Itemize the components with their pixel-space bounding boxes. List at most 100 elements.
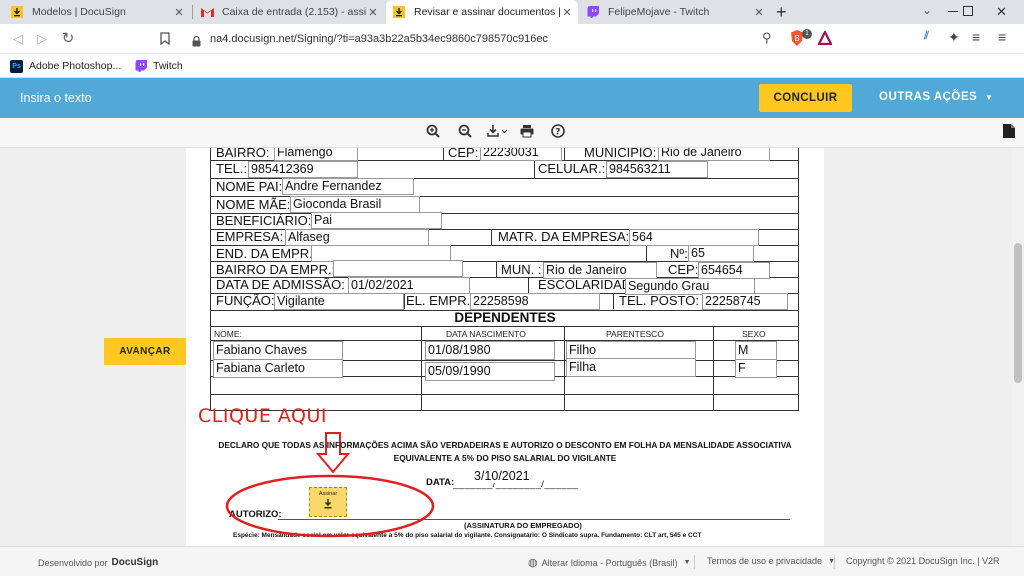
tab-title: Revisar e assinar documentos | Do [414,6,560,18]
window-close-icon[interactable]: ✕ [996,4,1007,20]
declaration-line-2: EQUIVALENTE A 5% DO PISO SALARIAL DO VIG… [393,453,617,463]
nome-mae-field[interactable]: Gioconda Brasil [290,196,420,213]
svg-text:B: B [794,34,800,43]
celular-field[interactable]: 984563211 [606,161,708,178]
close-icon[interactable]: ✕ [560,6,574,19]
concluir-button[interactable]: CONCLUIR [759,84,852,112]
tel-posto-field[interactable]: 22258745 [702,293,788,310]
browser-navigation-bar: ◁ ▷ ↻ na4.docusign.net/Signing/?ti=a93a3… [0,24,1024,54]
dep-2-sexo-field[interactable]: F [735,359,777,378]
bookmark-icon[interactable] [160,32,170,46]
other-actions-menu[interactable]: OUTRAS AÇÕES ▼ [879,91,993,103]
download-menu-icon[interactable] [486,124,510,142]
location-icon[interactable]: ⚲ [762,30,772,46]
end-empr-label: END. DA EMPR.: [216,246,317,261]
reload-icon[interactable]: ↻ [60,31,76,47]
municipio-field[interactable]: Rio de Janeiro [658,148,770,161]
bairro-field[interactable]: Flamengo [274,148,358,161]
zoom-out-icon[interactable] [456,124,474,142]
document-viewer: AVANÇAR BAIRRO: Flamengo CEP: 22230031 M… [0,148,1024,546]
beneficiario-field[interactable]: Pai [311,212,442,229]
language-selector[interactable]: ◍ Alterar Idioma - Português (Brasil) ▼ [528,556,691,569]
brave-rewards-icon[interactable] [817,29,833,46]
dep-2-nome-field[interactable]: Fabiana Carleto [213,359,343,378]
back-icon[interactable]: ◁ [10,31,26,47]
bookmarks-bar: Ps Adobe Photoshop... Twitch [0,54,1024,78]
playlist-icon[interactable]: ≡ [972,29,980,45]
tel-field[interactable]: 985412369 [248,161,358,178]
tab-title: Modelos | DocuSign [32,6,126,18]
extension-icon[interactable]: ⫽ [924,30,929,43]
bairro-empr-field[interactable] [333,260,463,277]
municipio-label: MUNICÍPIO: [584,148,657,160]
funcao-field[interactable]: Vigilante [274,293,404,310]
tab-twitch[interactable]: FelipeMojave - Twitch ✕ [580,0,770,24]
cep2-field[interactable]: 654654 [698,262,770,279]
dep-header-sexo: SEXO [742,329,766,339]
restore-icon[interactable] [963,6,973,16]
bookmark-twitch[interactable]: Twitch [134,58,183,74]
numero-label: Nº: [670,246,688,261]
celular-label: CELULAR.: [538,161,606,176]
cep-field[interactable]: 22230031 [480,148,562,161]
zoom-in-icon[interactable] [424,124,442,142]
tel-empr-field[interactable]: 22258598 [470,293,600,310]
matr-empresa-field[interactable]: 564 [629,229,759,246]
avancar-button[interactable]: AVANÇAR [104,338,186,365]
annotation-circle [225,474,435,538]
mun-label: MUN. : [501,262,542,277]
terms-link[interactable]: Termos de uso e privacidade ▼ [707,556,835,566]
nome-pai-field[interactable]: Andre Fernandez [282,178,414,195]
cep-label: CEP: [448,148,479,160]
dep-header-parentesco: PARENTESCO [606,329,664,339]
download-icon [10,5,24,19]
bookmark-photoshop[interactable]: Ps Adobe Photoshop... [10,58,121,74]
nome-mae-label: NOME MÃE: [216,197,291,212]
docusign-logo: DocuSign [111,557,159,568]
photoshop-icon: Ps [10,59,23,73]
empresa-label: EMPRESA: [216,229,284,244]
new-tab-button[interactable]: + [776,2,787,22]
terms-label: Termos de uso e privacidade [707,556,823,566]
docusign-header: Insira o texto CONCLUIR OUTRAS AÇÕES ▼ [0,78,1024,118]
address-bar-input[interactable]: na4.docusign.net/Signing/?ti=a93a3b22a5b… [210,28,810,50]
dep-2-data-field[interactable]: 05/09/1990 [425,362,555,381]
caret-down-icon: ▼ [683,559,691,566]
puzzle-icon[interactable]: ✦ [948,29,960,46]
beneficiario-label: BENEFICIÁRIO: [216,213,312,228]
dep-1-nome-field[interactable]: Fabiano Chaves [213,341,343,360]
menu-icon[interactable]: ≡ [998,29,1006,45]
tel-empr-label: EL. EMPR.: [406,293,474,308]
dep-2-parentesco-field[interactable]: Filha [566,358,696,377]
dep-1-data-field[interactable]: 01/08/1980 [425,341,555,360]
close-icon[interactable]: ✕ [172,6,186,19]
help-icon[interactable]: ? [549,124,567,142]
tab-modelos-docusign[interactable]: Modelos | DocuSign ✕ [4,0,190,24]
lock-icon[interactable] [192,34,202,47]
tab-title: FelipeMojave - Twitch [608,6,710,18]
dep-1-sexo-field[interactable]: M [735,341,777,360]
forward-icon[interactable]: ▷ [34,31,50,47]
twitch-icon [134,60,147,73]
admissao-field[interactable]: 01/02/2021 [348,277,470,294]
data-field[interactable]: 3/10/2021 [472,469,532,483]
tel-label: TEL.: [216,161,248,176]
declaration-line-1: DECLARO QUE TODAS AS INFORMAÇÕES ACIMA S… [218,440,792,450]
numero-field[interactable]: 65 [688,245,754,262]
print-icon[interactable] [518,124,536,142]
tab-revisar-assinar[interactable]: Revisar e assinar documentos | Do ✕ [386,0,578,24]
admissao-label: DATA DE ADMISSÃO: [216,277,345,292]
browser-tab-strip: Modelos | DocuSign ✕ Caixa de entrada (2… [0,0,1024,24]
tab-gmail[interactable]: Caixa de entrada (2.153) - assindical@ ✕ [194,0,384,24]
empresa-field[interactable]: Alfaseg [285,229,429,246]
chevron-down-icon[interactable]: ⌄ [922,3,932,17]
cep2-label: CEP: [668,262,699,277]
bairro-empr-label: BAIRRO DA EMPR.: [216,262,336,277]
document-icon[interactable] [1000,124,1018,142]
bookmark-label: Adobe Photoshop... [29,60,122,72]
minimize-icon[interactable] [948,11,958,12]
close-icon[interactable]: ✕ [366,6,380,19]
scrollbar[interactable] [1012,148,1024,546]
scrollbar-thumb[interactable] [1014,243,1022,383]
close-icon[interactable]: ✕ [752,6,766,19]
